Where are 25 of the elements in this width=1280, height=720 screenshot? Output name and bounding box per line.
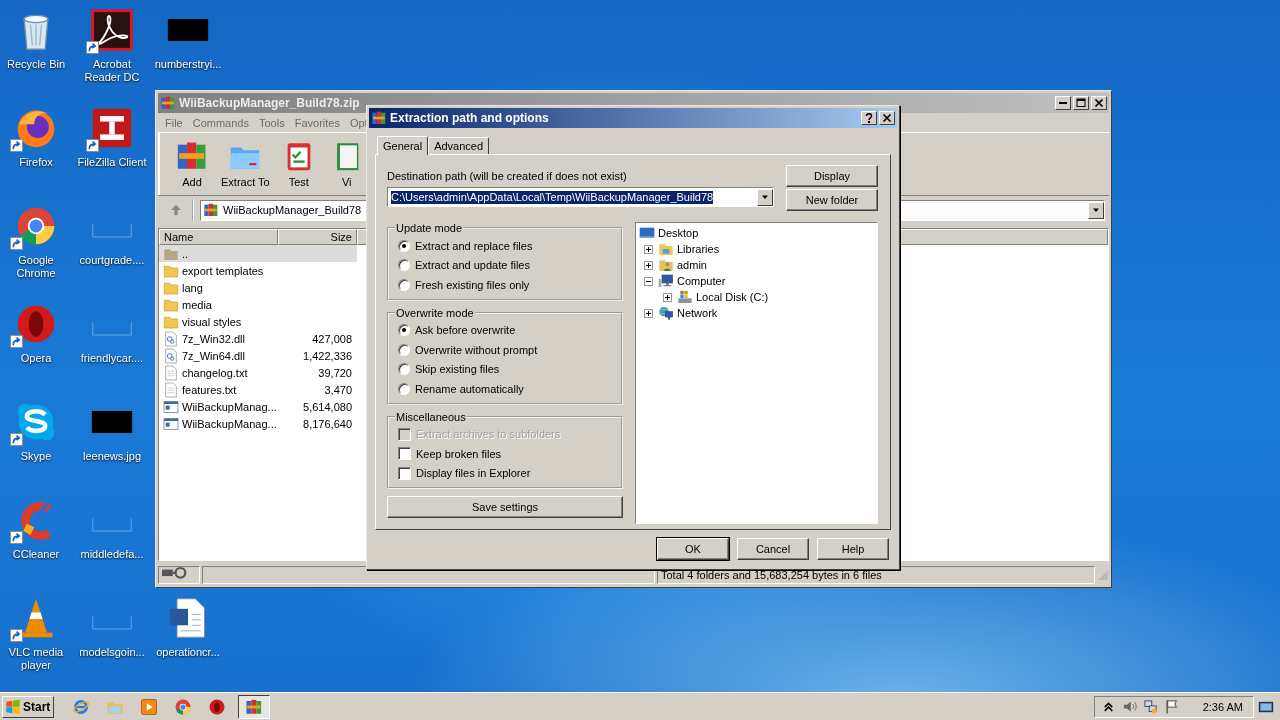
file-name: visual styles — [182, 315, 242, 328]
file-size: 3,470 — [323, 383, 353, 396]
file-size: 5,614,080 — [302, 400, 353, 413]
group-title: Miscellaneous — [395, 410, 467, 423]
file-name: changelog.txt — [182, 366, 248, 379]
file-size: 427,008 — [311, 332, 353, 345]
file-size: 8,176,640 — [302, 417, 353, 430]
file-name: .. — [182, 247, 189, 260]
file-name: media — [182, 298, 212, 311]
file-name: WiiBackupManag... — [182, 417, 277, 430]
group-title: Update mode — [395, 222, 464, 234]
file-name: 7z_Win64.dll — [182, 349, 245, 362]
file-size: 1,422,336 — [302, 349, 353, 362]
window-title: WiiBackupManager_Build78.zip — [179, 96, 360, 110]
file-name: lang — [182, 281, 203, 294]
file-name: features.txt — [182, 383, 237, 396]
address-text: WiiBackupManager_Build78 — [223, 204, 362, 216]
dialog-title: Extraction path and options — [390, 111, 549, 125]
file-name: WiiBackupManag... — [182, 400, 277, 413]
file-size: 39,720 — [317, 366, 353, 379]
field-label: Destination path (will be created if does not exist) — [387, 170, 628, 182]
file-name: 7z_Win32.dll — [182, 332, 245, 345]
file-name: export templates — [182, 264, 264, 277]
group-title: Overwrite mode — [395, 306, 475, 319]
path-text: C:\Users\admin\AppData\Local\Temp\WiiBackupManager_Build78 — [391, 190, 714, 204]
